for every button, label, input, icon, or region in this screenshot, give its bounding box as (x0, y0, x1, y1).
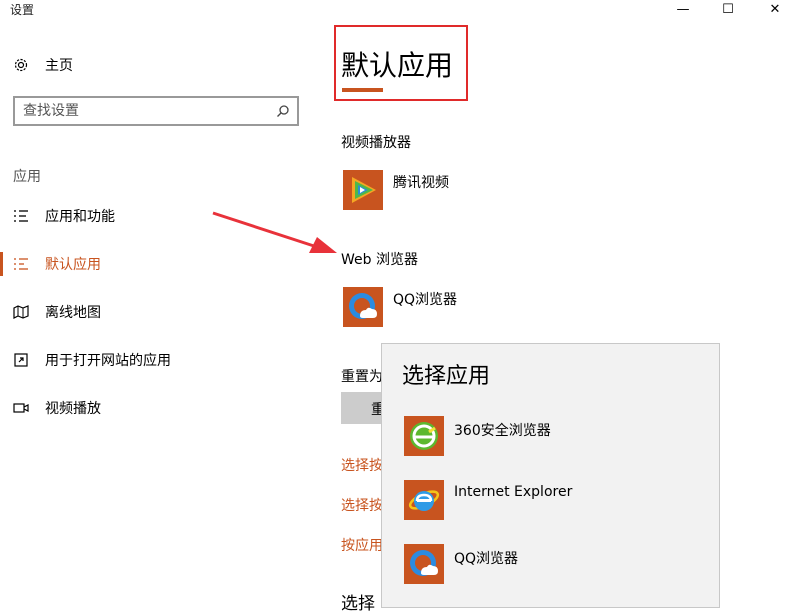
popup-item-qq-browser[interactable]: QQ浏览器 (382, 544, 719, 607)
title-bar: 设置 — ☐ ✕ (0, 0, 790, 20)
section-label: 应用 (13, 169, 41, 185)
title-underline (342, 88, 383, 92)
sidebar-item-label: 离线地图 (45, 305, 101, 321)
sidebar-item-label: 默认应用 (45, 257, 101, 273)
minimize-button[interactable]: — (660, 0, 706, 18)
default-apps-icon (12, 255, 30, 273)
search-input[interactable] (23, 102, 263, 120)
sidebar-item-label: 用于打开网站的应用 (45, 353, 171, 369)
popup-item-360-browser[interactable]: 360安全浏览器 (382, 416, 719, 480)
choose-app-popup: 选择应用 360安全浏览器 Internet Explorer QQ浏览器 (381, 343, 720, 608)
maximize-icon: ☐ (722, 1, 734, 17)
360-browser-icon (404, 416, 444, 456)
popup-title: 选择应用 (402, 364, 491, 389)
gear-icon (12, 56, 30, 74)
bottom-heading: 选择 (341, 594, 375, 614)
choose-by-file-type-link[interactable]: 选择按 (341, 455, 383, 475)
sidebar-item-open-websites[interactable]: 用于打开网站的应用 (0, 340, 330, 380)
popup-item-label: 360安全浏览器 (454, 423, 551, 439)
web-browser-label: Web 浏览器 (341, 252, 418, 268)
web-browser-app-name: QQ浏览器 (393, 292, 458, 308)
active-indicator (0, 252, 3, 276)
tencent-video-icon (343, 170, 383, 210)
video-icon (12, 399, 30, 417)
internet-explorer-icon (404, 480, 444, 520)
annotation-arrow-icon (212, 211, 337, 253)
sidebar-item-home[interactable]: 主页 (0, 45, 330, 85)
reset-button[interactable]: 重 (341, 392, 385, 424)
popup-item-label: QQ浏览器 (454, 551, 519, 567)
qq-browser-icon (343, 287, 383, 327)
sidebar-item-label: 应用和功能 (45, 209, 115, 225)
search-icon[interactable] (276, 103, 290, 122)
minimize-icon: — (676, 1, 690, 17)
sidebar-item-offline-maps[interactable]: 离线地图 (0, 292, 330, 332)
reset-label: 重置为 (341, 369, 383, 385)
popup-item-internet-explorer[interactable]: Internet Explorer (382, 480, 719, 544)
video-player-app-button[interactable]: 腾讯视频 (343, 170, 643, 210)
search-box[interactable] (13, 96, 299, 126)
set-by-app-link[interactable]: 按应用 (341, 535, 383, 555)
choose-by-protocol-link[interactable]: 选择按 (341, 495, 383, 515)
page-title: 默认应用 (341, 49, 454, 82)
sidebar-item-label: 主页 (45, 58, 73, 74)
map-icon (12, 303, 30, 321)
close-icon: ✕ (769, 1, 781, 17)
list-icon (12, 207, 30, 225)
sidebar-item-label: 视频播放 (45, 401, 101, 417)
web-browser-app-button[interactable]: QQ浏览器 (343, 287, 643, 327)
window-title: 设置 (10, 3, 35, 17)
close-button[interactable]: ✕ (752, 0, 790, 18)
sidebar-item-video-playback[interactable]: 视频播放 (0, 388, 330, 428)
popup-item-label: Internet Explorer (454, 484, 573, 500)
video-player-label: 视频播放器 (341, 135, 411, 151)
video-player-app-name: 腾讯视频 (393, 175, 449, 191)
qq-browser-icon (404, 544, 444, 584)
maximize-button[interactable]: ☐ (705, 0, 751, 18)
open-website-icon (12, 351, 30, 369)
